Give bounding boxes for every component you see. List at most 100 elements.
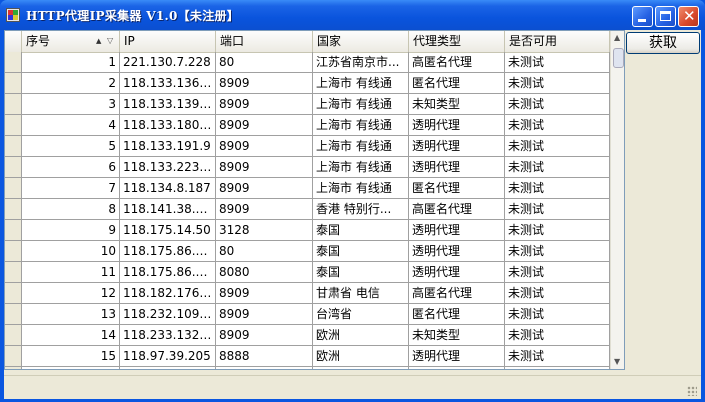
row-header[interactable] bbox=[5, 94, 22, 114]
cell-proxy-type[interactable]: 透明代理 bbox=[409, 241, 505, 261]
cell-country[interactable]: 泰国 bbox=[313, 241, 409, 261]
size-grip-icon[interactable] bbox=[687, 386, 697, 396]
cell-available[interactable]: 未测试 bbox=[505, 73, 610, 93]
cell-proxy-type[interactable]: 高匿名代理 bbox=[409, 283, 505, 303]
cell-port[interactable]: 8909 bbox=[216, 325, 313, 345]
cell-ip[interactable]: 118.133.180.70 bbox=[120, 115, 216, 135]
title-bar[interactable]: HTTP代理IP采集器 V1.0【未注册】 ✕ bbox=[0, 0, 705, 30]
cell-port[interactable]: 8888 bbox=[216, 346, 313, 366]
cell-proxy-type[interactable]: 透明代理 bbox=[409, 346, 505, 366]
table-row[interactable]: 2 118.133.136.... 8909 上海市 有线通 匿名代理 未测试 bbox=[5, 73, 611, 94]
cell-country[interactable]: 上海市 有线通 bbox=[313, 178, 409, 198]
cell-index[interactable]: 2 bbox=[22, 73, 120, 93]
cell-port[interactable]: 8909 bbox=[216, 115, 313, 135]
cell-ip[interactable]: 118.141.38.188 bbox=[120, 199, 216, 219]
cell-country[interactable]: 上海市 有线通 bbox=[313, 115, 409, 135]
table-row[interactable]: 5 118.133.191.9 8909 上海市 有线通 透明代理 未测试 bbox=[5, 136, 611, 157]
cell-ip[interactable]: 221.130.7.228 bbox=[120, 52, 216, 72]
cell-ip[interactable]: 118.97.111.51 bbox=[120, 367, 216, 369]
row-header[interactable] bbox=[5, 115, 22, 135]
cell-port[interactable]: 8909 bbox=[216, 73, 313, 93]
cell-index[interactable]: 4 bbox=[22, 115, 120, 135]
table-row[interactable]: 13 118.232.109.35 8909 台湾省 匿名代理 未测试 bbox=[5, 304, 611, 325]
cell-ip[interactable]: 118.133.223.... bbox=[120, 157, 216, 177]
cell-proxy-type[interactable]: 透明代理 bbox=[409, 367, 505, 369]
cell-proxy-type[interactable]: 透明代理 bbox=[409, 115, 505, 135]
table-row[interactable]: 11 118.175.86.238 8080 泰国 透明代理 未测试 bbox=[5, 262, 611, 283]
cell-port[interactable]: 3128 bbox=[216, 220, 313, 240]
scrollbar-thumb[interactable] bbox=[613, 48, 624, 68]
cell-available[interactable]: 未测试 bbox=[505, 304, 610, 324]
cell-country[interactable]: 上海市 有线通 bbox=[313, 136, 409, 156]
cell-country[interactable]: 泰国 bbox=[313, 262, 409, 282]
cell-ip[interactable]: 118.134.8.187 bbox=[120, 178, 216, 198]
row-header[interactable] bbox=[5, 283, 22, 303]
cell-available[interactable]: 未测试 bbox=[505, 115, 610, 135]
cell-index[interactable]: 15 bbox=[22, 346, 120, 366]
table-row[interactable]: 6 118.133.223.... 8909 上海市 有线通 透明代理 未测试 bbox=[5, 157, 611, 178]
row-header[interactable] bbox=[5, 241, 22, 261]
cell-available[interactable]: 未测试 bbox=[505, 262, 610, 282]
table-row[interactable]: 9 118.175.14.50 3128 泰国 透明代理 未测试 bbox=[5, 220, 611, 241]
cell-port[interactable]: 8909 bbox=[216, 178, 313, 198]
row-header[interactable] bbox=[5, 220, 22, 240]
scroll-up-arrow-icon[interactable]: ▲ bbox=[614, 33, 620, 42]
minimize-button[interactable] bbox=[632, 6, 653, 27]
column-header-port[interactable]: 端口 bbox=[216, 31, 313, 52]
cell-available[interactable]: 未测试 bbox=[505, 283, 610, 303]
column-header-proxy-type[interactable]: 代理类型 bbox=[409, 31, 505, 52]
column-header-country[interactable]: 国家 bbox=[313, 31, 409, 52]
table-row[interactable]: 15 118.97.39.205 8888 欧洲 透明代理 未测试 bbox=[5, 346, 611, 367]
cell-proxy-type[interactable]: 匿名代理 bbox=[409, 178, 505, 198]
table-row[interactable]: 1 221.130.7.228 80 江苏省南京市... 高匿名代理 未测试 bbox=[5, 52, 611, 73]
row-header[interactable] bbox=[5, 367, 22, 369]
table-row[interactable]: 12 118.182.176.... 8909 甘肃省 电信 高匿名代理 未测试 bbox=[5, 283, 611, 304]
row-header[interactable] bbox=[5, 325, 22, 345]
cell-ip[interactable]: 118.232.109.35 bbox=[120, 304, 216, 324]
cell-index[interactable]: 7 bbox=[22, 178, 120, 198]
cell-proxy-type[interactable]: 匿名代理 bbox=[409, 304, 505, 324]
maximize-button[interactable] bbox=[655, 6, 676, 27]
cell-port[interactable]: 80 bbox=[216, 367, 313, 369]
cell-proxy-type[interactable]: 透明代理 bbox=[409, 136, 505, 156]
cell-available[interactable]: 未测试 bbox=[505, 241, 610, 261]
cell-country[interactable]: 台湾省 bbox=[313, 304, 409, 324]
cell-index[interactable]: 13 bbox=[22, 304, 120, 324]
scroll-down-arrow-icon[interactable]: ▼ bbox=[614, 357, 620, 366]
cell-index[interactable]: 3 bbox=[22, 94, 120, 114]
cell-index[interactable]: 1 bbox=[22, 52, 120, 72]
table-row[interactable]: 3 118.133.139.... 8909 上海市 有线通 未知类型 未测试 bbox=[5, 94, 611, 115]
row-header[interactable] bbox=[5, 346, 22, 366]
cell-ip[interactable]: 118.175.86.238 bbox=[120, 262, 216, 282]
cell-ip[interactable]: 118.233.132.... bbox=[120, 325, 216, 345]
cell-available[interactable]: 未测试 bbox=[505, 325, 610, 345]
cell-available[interactable]: 未测试 bbox=[505, 94, 610, 114]
cell-index[interactable]: 8 bbox=[22, 199, 120, 219]
table-row[interactable]: 4 118.133.180.70 8909 上海市 有线通 透明代理 未测试 bbox=[5, 115, 611, 136]
cell-port[interactable]: 80 bbox=[216, 241, 313, 261]
cell-index[interactable]: 14 bbox=[22, 325, 120, 345]
cell-proxy-type[interactable]: 透明代理 bbox=[409, 220, 505, 240]
cell-proxy-type[interactable]: 未知类型 bbox=[409, 94, 505, 114]
cell-proxy-type[interactable]: 匿名代理 bbox=[409, 73, 505, 93]
cell-index[interactable]: 5 bbox=[22, 136, 120, 156]
cell-ip[interactable]: 118.133.139.... bbox=[120, 94, 216, 114]
vertical-scrollbar[interactable]: ▲ ▼ bbox=[610, 31, 624, 369]
cell-index[interactable]: 6 bbox=[22, 157, 120, 177]
cell-port[interactable]: 80 bbox=[216, 52, 313, 72]
cell-port[interactable]: 8080 bbox=[216, 262, 313, 282]
cell-port[interactable]: 8909 bbox=[216, 199, 313, 219]
column-header-index[interactable]: 序号 ▲ ▽ bbox=[22, 31, 120, 52]
table-row[interactable]: 16118.97.111.5180欧洲透明代理未测试 bbox=[5, 367, 611, 369]
cell-country[interactable]: 上海市 有线通 bbox=[313, 94, 409, 114]
cell-index[interactable]: 16 bbox=[22, 367, 120, 369]
cell-proxy-type[interactable]: 透明代理 bbox=[409, 262, 505, 282]
row-header[interactable] bbox=[5, 178, 22, 198]
filter-icon[interactable]: ▽ bbox=[107, 31, 113, 51]
row-header[interactable] bbox=[5, 157, 22, 177]
cell-port[interactable]: 8909 bbox=[216, 136, 313, 156]
cell-ip[interactable]: 118.97.39.205 bbox=[120, 346, 216, 366]
cell-proxy-type[interactable]: 高匿名代理 bbox=[409, 52, 505, 72]
proxy-grid[interactable]: 序号 ▲ ▽ IP 端口 国家 代理类型 是否可用 1 221.130.7.228… bbox=[4, 30, 625, 370]
cell-index[interactable]: 12 bbox=[22, 283, 120, 303]
